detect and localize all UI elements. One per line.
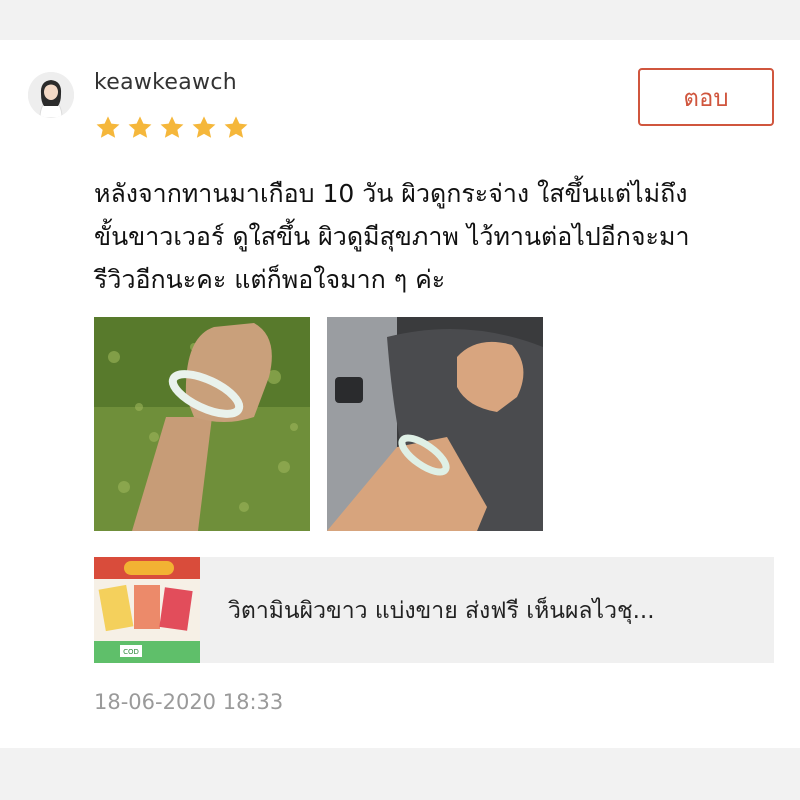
- review-text-line: รีวิวอีกนะคะ แต่ก็พอใจมาก ๆ ค่ะ: [94, 265, 446, 294]
- review-text-line: หลังจากทานมาเกือบ 10 วัน ผิวดูกระจ่าง ใส…: [94, 179, 688, 208]
- top-separator: [0, 0, 800, 40]
- review-timestamp: 18-06-2020 18:33: [94, 690, 284, 714]
- bottom-separator: [0, 748, 800, 800]
- thumb-badge-text: COD: [123, 648, 139, 656]
- review-photo-1[interactable]: [94, 317, 310, 531]
- product-thumbnail: COD: [94, 557, 200, 663]
- reviewer-username[interactable]: keawkeawch: [94, 70, 237, 95]
- star-icon: [128, 116, 152, 138]
- review-text: หลังจากทานมาเกือบ 10 วัน ผิวดูกระจ่าง ใส…: [94, 172, 774, 301]
- review-photo-grass-arm: [94, 317, 310, 531]
- review-photo-2[interactable]: [327, 317, 543, 531]
- star-icon: [224, 116, 248, 138]
- star-icon: [96, 116, 120, 138]
- product-card[interactable]: COD วิตามินผิวขาว แบ่งขาย ส่งฟรี เห็นผลไ…: [94, 557, 774, 663]
- star-icon: [160, 116, 184, 138]
- user-avatar-image: [28, 72, 74, 118]
- avatar[interactable]: [28, 72, 74, 118]
- product-thumbnail-image: COD: [94, 557, 200, 663]
- review-text-line: ขั้นขาวเวอร์ ดูใสขึ้น ผิวดูมีสุขภาพ ไว้ท…: [94, 222, 690, 251]
- review-photo-car-arm: [327, 317, 543, 531]
- star-icon: [192, 116, 216, 138]
- rating-stars: [94, 114, 250, 142]
- reply-button[interactable]: ตอบ: [638, 68, 774, 126]
- product-title: วิตามินผิวขาว แบ่งขาย ส่งฟรี เห็นผลไวชุ.…: [228, 598, 655, 624]
